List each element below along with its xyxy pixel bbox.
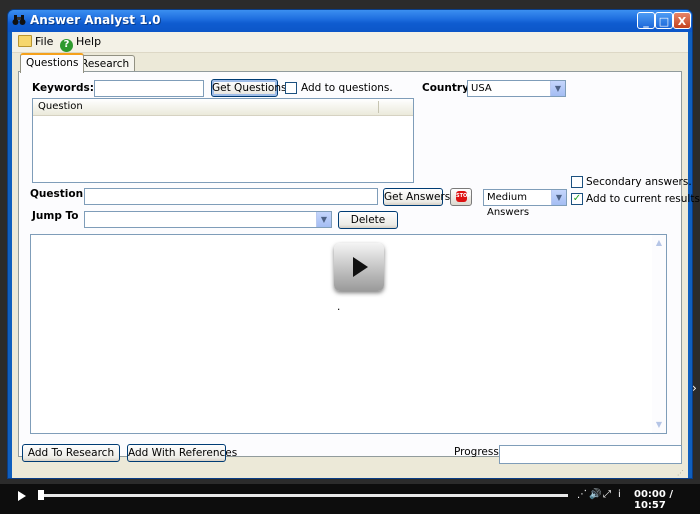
chevron-down-icon[interactable]: ▼ [316,212,331,227]
play-overlay-button[interactable] [334,243,384,291]
menu-file-label: File [35,35,54,48]
question-label: Question [30,188,84,200]
questions-panel: Keywords: Get Questions Add to questions… [18,71,700,457]
answers-textarea[interactable]: . ▲ ▼ [30,234,667,434]
add-to-research-button[interactable]: Add To Research [22,444,120,462]
folder-icon [18,35,32,47]
country-select[interactable]: USA ▼ [467,80,566,97]
results-text: . [337,301,341,313]
menu-help-label: Help [76,35,102,48]
answer-mode-select[interactable]: Medium Answers ▼ [483,189,567,218]
minimize-icon: _ [643,15,649,28]
secondary-answers-label: Secondary answers. [586,176,692,188]
menu-help[interactable]: ? Help [60,35,102,52]
jump-to-label: Jump To [32,210,79,222]
resize-grip-icon[interactable]: ⋰ [677,469,686,477]
keywords-input[interactable] [94,80,204,97]
tab-questions[interactable]: Questions [20,53,85,73]
client-area: File ? Help Questions Research Keywords: … [12,32,700,478]
scroll-down-icon[interactable]: ▼ [653,419,665,431]
answer-mode-value: Medium Answers [487,192,530,218]
volume-icon[interactable]: 🔊 [589,489,601,500]
video-player-bar: ⋰ 🔊 ⤢ i 00:00 / 10:57 [0,484,700,514]
column-divider[interactable] [378,101,379,113]
status-bar: ⋰ [12,468,688,478]
question-input[interactable] [84,188,378,205]
progress-label: Progress: [454,446,503,458]
close-button[interactable]: X [673,12,691,29]
question-list-header: Question [33,99,413,116]
binoculars-icon [12,14,26,27]
help-icon: ? [60,39,73,52]
secondary-answers-checkbox[interactable] [571,176,583,188]
add-to-current-label: Add to current results. [586,193,700,205]
seek-bar[interactable] [38,494,568,497]
title-bar[interactable]: Answer Analyst 1.0 _ □ X [8,10,692,32]
add-with-references-button[interactable]: Add With References [127,444,237,462]
seek-handle[interactable] [38,490,44,500]
progress-bar [499,445,682,464]
country-label: Country [422,82,469,94]
menu-bar: File ? Help [12,32,688,53]
fullscreen-icon[interactable]: ⤢ [603,489,611,500]
tab-research[interactable]: Research [75,55,136,72]
add-to-questions-checkbox[interactable] [285,82,297,94]
question-list[interactable]: Question [32,98,414,183]
get-questions-button[interactable]: Get Questions [211,79,286,97]
keywords-label: Keywords: [32,82,94,94]
question-column-header[interactable]: Question [38,101,83,112]
add-to-current-checkbox[interactable]: ✓ [571,193,583,205]
delete-button[interactable]: Delete [338,211,398,229]
chevron-down-icon[interactable]: ▼ [551,190,566,205]
video-frame: Answer Analyst 1.0 _ □ X File ? Help Ques… [0,0,700,514]
scroll-up-icon[interactable]: ▲ [653,237,665,249]
stop-icon: STOP [456,191,471,202]
stop-button[interactable]: STOP [450,188,472,206]
playback-time: 00:00 / 10:57 [634,489,673,511]
cursor-icon: › [692,381,697,395]
info-icon[interactable]: i [618,489,621,500]
maximize-icon: □ [658,15,670,28]
player-play-icon[interactable] [18,491,26,501]
resize-icon[interactable]: ⋰ [577,489,587,500]
jump-to-select[interactable]: ▼ [84,211,332,228]
vertical-scrollbar[interactable]: ▲ ▼ [652,235,666,433]
chevron-down-icon[interactable]: ▼ [550,81,565,96]
app-window: Answer Analyst 1.0 _ □ X File ? Help Ques… [8,10,700,478]
window-title: Answer Analyst 1.0 [30,13,161,27]
minimize-button[interactable]: _ [637,12,655,29]
get-answers-button[interactable]: Get Answers [383,188,450,206]
maximize-button[interactable]: □ [655,12,673,29]
country-value: USA [471,83,492,94]
play-icon [353,257,368,277]
menu-file[interactable]: File [18,35,53,50]
close-icon: X [677,15,687,28]
add-to-questions-label: Add to questions. [301,82,393,94]
